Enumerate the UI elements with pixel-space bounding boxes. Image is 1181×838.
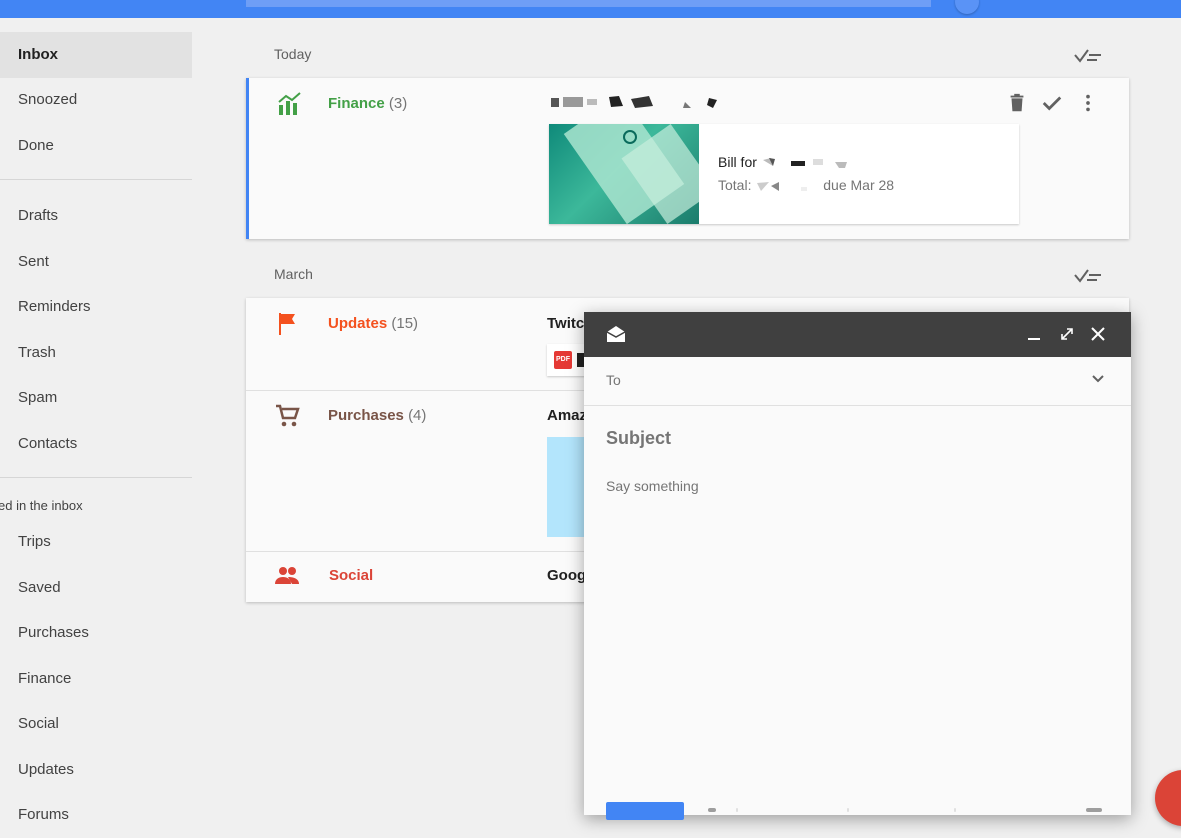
close-icon[interactable]	[1090, 326, 1106, 342]
bundle-name-social: Social	[329, 567, 374, 584]
sender-name: Goog	[547, 567, 587, 584]
discard-icon[interactable]	[1086, 808, 1102, 812]
sidebar-item-updates[interactable]: Updates	[0, 747, 192, 793]
compose-envelope-icon	[606, 326, 626, 342]
compose-fab-button[interactable]	[1155, 770, 1181, 826]
sidebar: Inbox Snoozed Done Drafts Sent Reminders…	[0, 18, 192, 823]
sidebar-item-reminders[interactable]: Reminders	[0, 284, 192, 330]
message-body[interactable]: Say something	[606, 478, 699, 494]
sidebar-item-inbox[interactable]: Inbox	[0, 32, 192, 78]
sidebar-item-trips[interactable]: Trips	[0, 519, 192, 565]
sidebar-item-social[interactable]: Social	[0, 701, 192, 747]
minimize-icon[interactable]	[1027, 328, 1041, 342]
sidebar-item-saved[interactable]: Saved	[0, 565, 192, 611]
sender-name: Twitc	[547, 315, 585, 332]
finance-bundle-card[interactable]: Finance (3) Bill for Total: due Mar 28	[246, 78, 1129, 239]
to-field[interactable]: To	[584, 357, 1131, 406]
sender-name: Amaz	[547, 407, 588, 424]
bundle-count: (4)	[408, 407, 427, 424]
toolbar-divider	[847, 808, 849, 812]
sweep-icon[interactable]	[1073, 265, 1103, 285]
sidebar-divider	[0, 477, 192, 478]
bill-thumbnail	[549, 124, 699, 224]
people-icon	[275, 567, 299, 584]
compose-header	[584, 312, 1131, 357]
sidebar-divider	[0, 179, 192, 180]
send-button[interactable]	[606, 802, 684, 820]
check-icon[interactable]	[1041, 92, 1063, 114]
sidebar-item-trash[interactable]: Trash	[0, 330, 192, 376]
toolbar-divider	[954, 808, 956, 812]
subject-input[interactable]	[606, 428, 1086, 449]
flag-icon	[279, 313, 295, 335]
bill-preview-card[interactable]: Bill for Total: due Mar 28	[549, 124, 1019, 224]
sidebar-item-finance[interactable]: Finance	[0, 656, 192, 702]
compose-window: To Say something	[584, 312, 1131, 820]
bundle-label: Updates	[328, 315, 388, 332]
sweep-icon[interactable]	[1073, 45, 1103, 65]
bill-total: Total: due Mar 28	[718, 177, 894, 193]
bundle-label: Purchases	[328, 407, 404, 424]
sidebar-item-purchases[interactable]: Purchases	[0, 610, 192, 656]
bundle-name-updates: Updates (15)	[328, 315, 418, 332]
top-app-bar	[0, 0, 1181, 18]
attachment-chip[interactable]: PDF	[547, 344, 587, 376]
bundle-name-purchases: Purchases (4)	[328, 407, 426, 424]
more-vert-icon[interactable]	[1077, 92, 1099, 114]
sidebar-item-sent[interactable]: Sent	[0, 239, 192, 285]
search-bar[interactable]	[246, 0, 931, 7]
toolbar-divider	[736, 808, 738, 812]
sidebar-section-label: ed in the inbox	[0, 498, 83, 513]
finance-chart-icon	[278, 92, 301, 115]
bundle-name-finance: Finance (3)	[328, 95, 407, 112]
bill-title: Bill for	[718, 154, 851, 170]
redacted-text	[762, 158, 847, 169]
trash-icon[interactable]	[1006, 92, 1028, 114]
bill-due-date: due Mar 28	[823, 177, 895, 193]
pdf-icon: PDF	[554, 351, 572, 369]
bundle-count: (3)	[388, 95, 408, 112]
sidebar-item-done[interactable]: Done	[0, 123, 192, 169]
redacted-amount	[757, 182, 808, 192]
sidebar-item-snoozed[interactable]: Snoozed	[0, 77, 192, 123]
section-header-march: March	[274, 266, 313, 282]
bill-title-text: Bill for	[718, 154, 757, 170]
section-header-today: Today	[274, 46, 312, 62]
sidebar-item-drafts[interactable]: Drafts	[0, 193, 192, 239]
account-avatar[interactable]	[955, 0, 979, 14]
chevron-down-icon[interactable]	[1091, 374, 1105, 384]
purchase-preview-image[interactable]	[547, 437, 587, 537]
to-label: To	[606, 372, 621, 388]
sidebar-item-spam[interactable]: Spam	[0, 375, 192, 421]
bundle-label: Finance	[328, 95, 385, 112]
expand-icon[interactable]	[1059, 326, 1075, 342]
toolbar-icon[interactable]	[708, 808, 716, 812]
redacted-sender	[551, 96, 717, 108]
bill-total-label: Total:	[718, 177, 752, 193]
sidebar-item-forums[interactable]: Forums	[0, 792, 192, 838]
bundle-count: (15)	[391, 315, 419, 332]
cart-icon	[276, 404, 300, 427]
sidebar-item-contacts[interactable]: Contacts	[0, 421, 192, 467]
